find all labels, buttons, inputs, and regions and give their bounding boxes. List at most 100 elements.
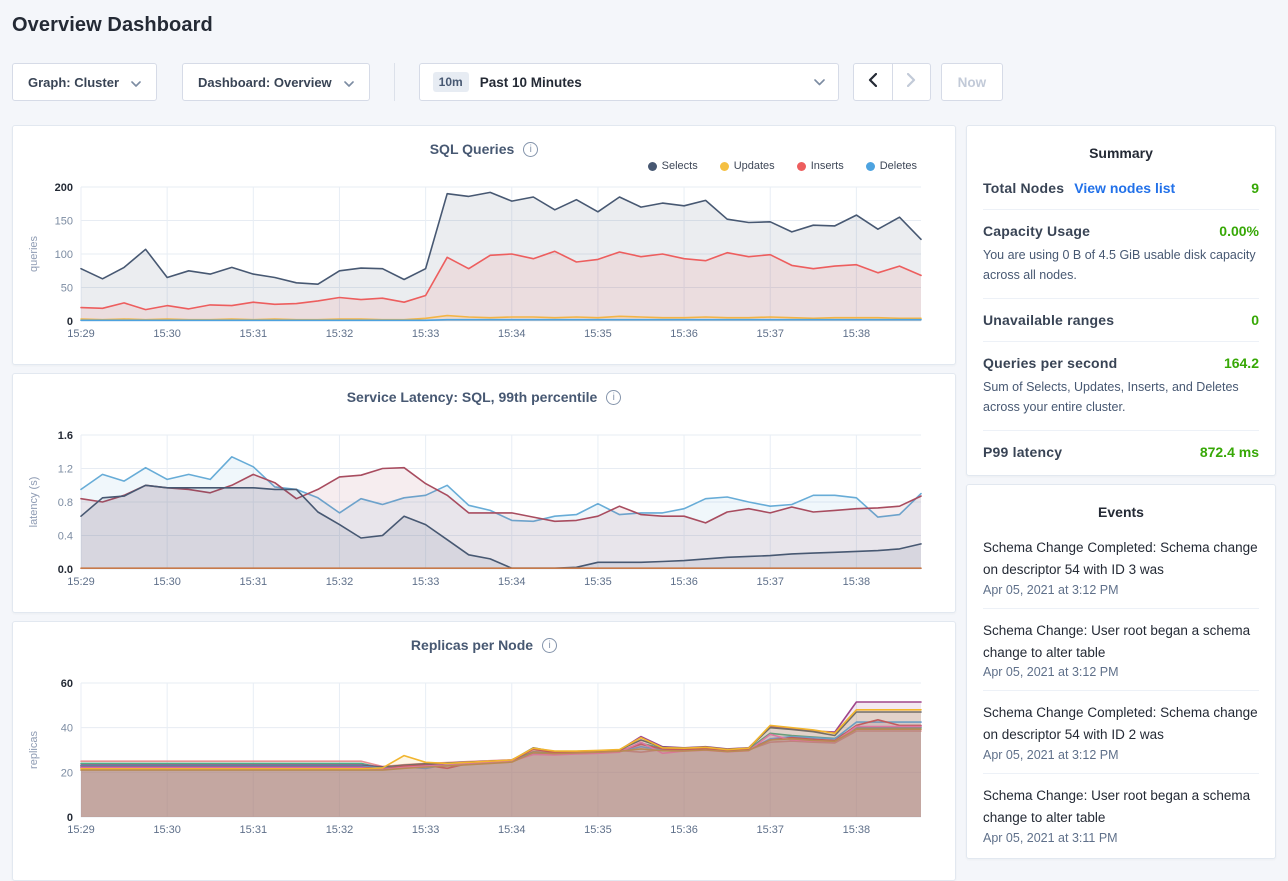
event-message: Schema Change Completed: Schema change o… bbox=[983, 702, 1259, 746]
chevron-right-icon bbox=[907, 73, 916, 92]
svg-text:0: 0 bbox=[67, 316, 73, 328]
time-range-nav bbox=[853, 63, 931, 101]
p99-label: P99 latency bbox=[983, 444, 1062, 460]
chevron-down-icon bbox=[131, 75, 141, 90]
summary-row-p99: P99 latency 872.4 ms bbox=[983, 430, 1259, 473]
svg-text:15:38: 15:38 bbox=[843, 328, 871, 340]
qps-desc: Sum of Selects, Updates, Inserts, and De… bbox=[983, 377, 1259, 417]
qps-value: 164.2 bbox=[1224, 355, 1259, 371]
svg-text:15:33: 15:33 bbox=[412, 576, 440, 588]
svg-text:20: 20 bbox=[61, 767, 73, 779]
svg-text:latency (s): latency (s) bbox=[28, 477, 40, 528]
event-timestamp: Apr 05, 2021 at 3:12 PM bbox=[983, 665, 1259, 679]
svg-text:15:35: 15:35 bbox=[584, 576, 612, 588]
svg-text:15:29: 15:29 bbox=[67, 824, 95, 836]
total-nodes-value: 9 bbox=[1251, 180, 1259, 196]
legend-item-selects: Selects bbox=[648, 160, 698, 172]
chart-card-sql-queries: SQL Queries i SelectsUpdatesInsertsDelet… bbox=[12, 125, 956, 365]
service-latency-chart[interactable]: 15:2915:3015:3115:3215:3315:3415:3515:36… bbox=[25, 423, 943, 596]
now-button[interactable]: Now bbox=[941, 63, 1004, 101]
prev-range-button[interactable] bbox=[854, 64, 892, 100]
summary-row-total-nodes: Total Nodes View nodes list 9 bbox=[983, 167, 1259, 209]
svg-text:0.8: 0.8 bbox=[58, 497, 73, 509]
svg-text:15:37: 15:37 bbox=[756, 824, 784, 836]
chevron-down-icon bbox=[344, 75, 354, 90]
svg-text:15:32: 15:32 bbox=[326, 328, 354, 340]
graph-dropdown-label: Graph: Cluster bbox=[28, 75, 119, 90]
time-range-picker[interactable]: 10m Past 10 Minutes bbox=[419, 63, 839, 101]
event-timestamp: Apr 05, 2021 at 3:11 PM bbox=[983, 831, 1259, 845]
capacity-value: 0.00% bbox=[1219, 223, 1259, 239]
svg-text:15:32: 15:32 bbox=[326, 576, 354, 588]
event-item: Schema Change: User root began a schema … bbox=[983, 773, 1259, 856]
svg-text:15:33: 15:33 bbox=[412, 824, 440, 836]
chart-title-row: SQL Queries i bbox=[25, 126, 943, 157]
svg-text:15:32: 15:32 bbox=[326, 824, 354, 836]
legend-dot bbox=[648, 162, 657, 171]
event-timestamp: Apr 05, 2021 at 3:12 PM bbox=[983, 748, 1259, 762]
next-range-button[interactable] bbox=[892, 64, 930, 100]
info-icon[interactable]: i bbox=[606, 390, 621, 405]
svg-text:15:38: 15:38 bbox=[843, 576, 871, 588]
summary-row-unavailable: Unavailable ranges 0 bbox=[983, 298, 1259, 341]
svg-text:60: 60 bbox=[61, 678, 73, 690]
svg-text:100: 100 bbox=[55, 249, 73, 261]
dashboard-dropdown-label: Dashboard: Overview bbox=[198, 75, 332, 90]
svg-text:15:37: 15:37 bbox=[756, 576, 784, 588]
qps-label: Queries per second bbox=[983, 355, 1117, 371]
svg-text:15:33: 15:33 bbox=[412, 328, 440, 340]
svg-text:15:30: 15:30 bbox=[153, 824, 181, 836]
svg-text:0.0: 0.0 bbox=[58, 564, 73, 576]
legend-dot bbox=[720, 162, 729, 171]
svg-text:0.4: 0.4 bbox=[58, 531, 73, 543]
svg-text:15:30: 15:30 bbox=[153, 328, 181, 340]
chart-legend bbox=[25, 405, 943, 423]
chart-title-row: Service Latency: SQL, 99th percentile i bbox=[25, 374, 943, 405]
summary-row-capacity: Capacity Usage 0.00% You are using 0 B o… bbox=[983, 209, 1259, 298]
chart-title: Service Latency: SQL, 99th percentile bbox=[347, 389, 598, 405]
event-message: Schema Change: User root began a schema … bbox=[983, 785, 1259, 829]
svg-text:15:30: 15:30 bbox=[153, 576, 181, 588]
svg-text:1.6: 1.6 bbox=[58, 430, 73, 442]
view-nodes-link[interactable]: View nodes list bbox=[1074, 180, 1175, 196]
chart-card-replicas-per-node: Replicas per Node i 15:2915:3015:3115:32… bbox=[12, 621, 956, 881]
svg-text:1.2: 1.2 bbox=[58, 464, 73, 476]
svg-text:15:34: 15:34 bbox=[498, 328, 526, 340]
info-icon[interactable]: i bbox=[523, 142, 538, 157]
chart-title: Replicas per Node bbox=[411, 637, 533, 653]
svg-text:15:35: 15:35 bbox=[584, 328, 612, 340]
time-range-badge: 10m bbox=[433, 72, 469, 92]
svg-text:15:34: 15:34 bbox=[498, 824, 526, 836]
replicas-per-node-chart[interactable]: 15:2915:3015:3115:3215:3315:3415:3515:36… bbox=[25, 671, 943, 844]
event-message: Schema Change: User root began a schema … bbox=[983, 620, 1259, 664]
svg-text:15:35: 15:35 bbox=[584, 824, 612, 836]
chart-card-service-latency: Service Latency: SQL, 99th percentile i … bbox=[12, 373, 956, 613]
event-item: Schema Change Completed: Schema change o… bbox=[983, 690, 1259, 773]
events-title: Events bbox=[983, 495, 1259, 526]
legend-dot bbox=[866, 162, 875, 171]
svg-text:15:36: 15:36 bbox=[670, 328, 698, 340]
chart-legend: SelectsUpdatesInsertsDeletes bbox=[25, 157, 943, 175]
svg-text:200: 200 bbox=[55, 182, 73, 194]
dashboard-dropdown[interactable]: Dashboard: Overview bbox=[182, 63, 370, 101]
svg-text:replicas: replicas bbox=[28, 731, 40, 769]
legend-item-inserts: Inserts bbox=[797, 160, 844, 172]
unavailable-label: Unavailable ranges bbox=[983, 312, 1114, 328]
graph-dropdown[interactable]: Graph: Cluster bbox=[12, 63, 157, 101]
dashboard-controls: Graph: Cluster Dashboard: Overview 10m P… bbox=[12, 63, 1276, 101]
event-item: Schema Change: User root began a schema … bbox=[983, 608, 1259, 691]
event-message: Schema Change Completed: Schema change o… bbox=[983, 537, 1259, 581]
chevron-down-icon bbox=[814, 73, 825, 91]
svg-text:15:31: 15:31 bbox=[240, 328, 268, 340]
info-icon[interactable]: i bbox=[542, 638, 557, 653]
svg-text:15:29: 15:29 bbox=[67, 328, 95, 340]
unavailable-value: 0 bbox=[1251, 312, 1259, 328]
total-nodes-label: Total Nodes bbox=[983, 180, 1064, 196]
legend-item-updates: Updates bbox=[720, 160, 775, 172]
overview-dashboard-page: Overview Dashboard Graph: Cluster Dashbo… bbox=[0, 0, 1288, 881]
sql-queries-chart[interactable]: 15:29 15:30 15:31 15:32 15:33 15:34 15:35 15:36… bbox=[25, 175, 943, 348]
time-range-label: Past 10 Minutes bbox=[480, 75, 803, 90]
event-timestamp: Apr 05, 2021 at 3:12 PM bbox=[983, 583, 1259, 597]
capacity-desc: You are using 0 B of 4.5 GiB usable disk… bbox=[983, 245, 1259, 285]
chart-legend bbox=[25, 653, 943, 671]
